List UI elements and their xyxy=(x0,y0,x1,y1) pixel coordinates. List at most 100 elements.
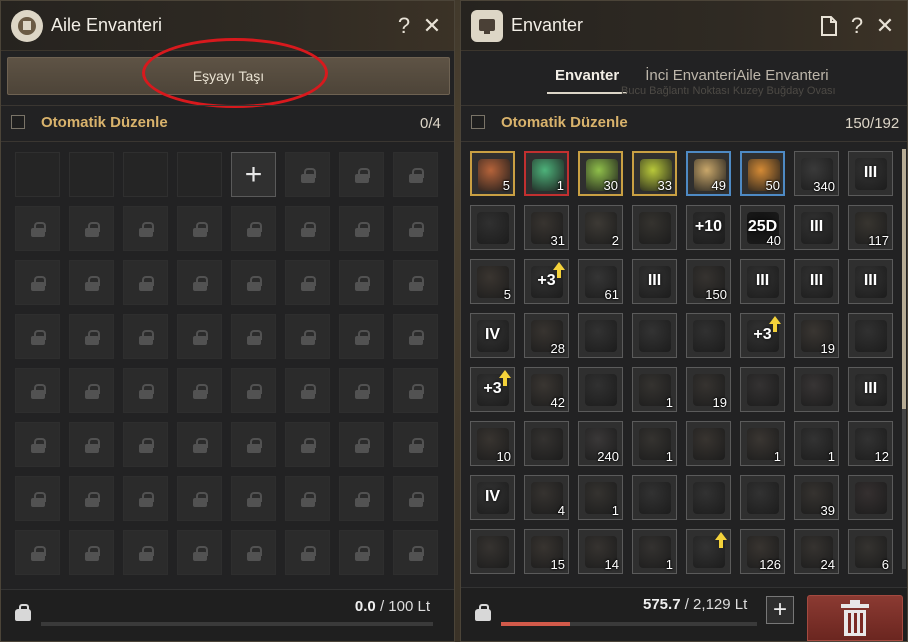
item-slot[interactable]: 1 xyxy=(740,421,785,466)
locked-slot[interactable] xyxy=(339,422,384,467)
locked-slot[interactable] xyxy=(177,530,222,575)
auto-sort-checkbox[interactable] xyxy=(11,115,25,129)
item-slot[interactable]: 19 xyxy=(686,367,731,412)
locked-slot[interactable] xyxy=(123,206,168,251)
item-slot[interactable]: 240 xyxy=(578,421,623,466)
item-slot[interactable]: 31 xyxy=(524,205,569,250)
item-slot[interactable]: 12 xyxy=(848,421,893,466)
item-slot[interactable] xyxy=(848,313,893,358)
item-slot[interactable]: 2 xyxy=(578,205,623,250)
locked-slot[interactable] xyxy=(15,368,60,413)
locked-slot[interactable] xyxy=(177,206,222,251)
item-slot[interactable]: III xyxy=(740,259,785,304)
auto-sort-row[interactable]: Otomatik Düzenle xyxy=(471,108,628,136)
locked-slot[interactable] xyxy=(15,476,60,521)
item-slot[interactable]: 1 xyxy=(632,529,677,574)
locked-slot[interactable] xyxy=(15,314,60,359)
item-slot[interactable]: III xyxy=(632,259,677,304)
item-slot[interactable]: 50 xyxy=(740,151,785,196)
locked-slot[interactable] xyxy=(285,368,330,413)
item-slot[interactable]: III xyxy=(848,367,893,412)
locked-slot[interactable] xyxy=(177,314,222,359)
trash-button[interactable] xyxy=(807,595,903,641)
locked-slot[interactable] xyxy=(15,530,60,575)
item-slot[interactable]: 1 xyxy=(794,421,839,466)
auto-sort-checkbox[interactable] xyxy=(471,115,485,129)
locked-slot[interactable] xyxy=(123,260,168,305)
locked-slot[interactable] xyxy=(69,314,114,359)
item-slot[interactable] xyxy=(470,529,515,574)
locked-slot[interactable] xyxy=(177,368,222,413)
locked-slot[interactable] xyxy=(393,152,438,197)
locked-slot[interactable] xyxy=(339,314,384,359)
item-slot[interactable] xyxy=(686,421,731,466)
close-icon[interactable]: ✕ xyxy=(873,13,897,38)
scrollbar-thumb[interactable] xyxy=(902,149,906,409)
locked-slot[interactable] xyxy=(339,260,384,305)
locked-slot[interactable] xyxy=(15,422,60,467)
locked-slot[interactable] xyxy=(339,206,384,251)
locked-slot[interactable] xyxy=(285,476,330,521)
item-slot[interactable] xyxy=(578,367,623,412)
item-slot[interactable] xyxy=(686,529,731,574)
item-slot[interactable] xyxy=(524,421,569,466)
item-slot[interactable]: 49 xyxy=(686,151,731,196)
item-slot[interactable]: 1 xyxy=(632,367,677,412)
locked-slot[interactable] xyxy=(231,314,276,359)
auto-sort-row[interactable]: Otomatik Düzenle xyxy=(11,108,168,136)
locked-slot[interactable] xyxy=(231,476,276,521)
empty-slot[interactable] xyxy=(69,152,114,197)
locked-slot[interactable] xyxy=(177,476,222,521)
item-slot[interactable] xyxy=(686,313,731,358)
inventory-titlebar[interactable]: Envanter ? ✕ xyxy=(461,1,907,51)
locked-slot[interactable] xyxy=(231,422,276,467)
item-slot[interactable] xyxy=(740,367,785,412)
item-slot[interactable]: 39 xyxy=(794,475,839,520)
locked-slot[interactable] xyxy=(393,530,438,575)
item-slot[interactable] xyxy=(740,475,785,520)
item-slot[interactable]: 340 xyxy=(794,151,839,196)
locked-slot[interactable] xyxy=(69,476,114,521)
item-slot[interactable] xyxy=(632,205,677,250)
item-slot[interactable]: 33 xyxy=(632,151,677,196)
locked-slot[interactable] xyxy=(339,152,384,197)
item-slot[interactable]: 117 xyxy=(848,205,893,250)
locked-slot[interactable] xyxy=(69,206,114,251)
locked-slot[interactable] xyxy=(69,422,114,467)
item-slot[interactable]: 25D 40 xyxy=(740,205,785,250)
item-slot[interactable]: 5 xyxy=(470,151,515,196)
item-slot[interactable]: 5 xyxy=(470,259,515,304)
item-slot[interactable]: 30 xyxy=(578,151,623,196)
add-slot-button[interactable]: + xyxy=(231,152,276,197)
item-slot[interactable]: 15 xyxy=(524,529,569,574)
locked-slot[interactable] xyxy=(123,530,168,575)
locked-slot[interactable] xyxy=(69,368,114,413)
item-slot[interactable]: +10 xyxy=(686,205,731,250)
close-icon[interactable]: ✕ xyxy=(420,13,444,38)
item-slot[interactable]: 126 xyxy=(740,529,785,574)
tab-inventory[interactable]: Envanter xyxy=(547,59,628,94)
locked-slot[interactable] xyxy=(177,422,222,467)
help-icon[interactable]: ? xyxy=(845,13,869,38)
locked-slot[interactable] xyxy=(285,260,330,305)
item-slot[interactable]: 1 xyxy=(632,421,677,466)
locked-slot[interactable] xyxy=(69,260,114,305)
locked-slot[interactable] xyxy=(339,368,384,413)
item-slot[interactable]: 4 xyxy=(524,475,569,520)
locked-slot[interactable] xyxy=(123,368,168,413)
item-slot[interactable] xyxy=(794,367,839,412)
locked-slot[interactable] xyxy=(285,530,330,575)
empty-slot[interactable] xyxy=(177,152,222,197)
locked-slot[interactable] xyxy=(393,314,438,359)
document-icon[interactable] xyxy=(817,14,841,38)
item-slot[interactable] xyxy=(578,313,623,358)
locked-slot[interactable] xyxy=(339,476,384,521)
item-slot[interactable]: 1 xyxy=(578,475,623,520)
item-slot[interactable] xyxy=(470,205,515,250)
locked-slot[interactable] xyxy=(231,260,276,305)
locked-slot[interactable] xyxy=(15,260,60,305)
item-slot[interactable] xyxy=(632,475,677,520)
locked-slot[interactable] xyxy=(393,368,438,413)
item-slot[interactable]: III xyxy=(848,151,893,196)
locked-slot[interactable] xyxy=(231,530,276,575)
